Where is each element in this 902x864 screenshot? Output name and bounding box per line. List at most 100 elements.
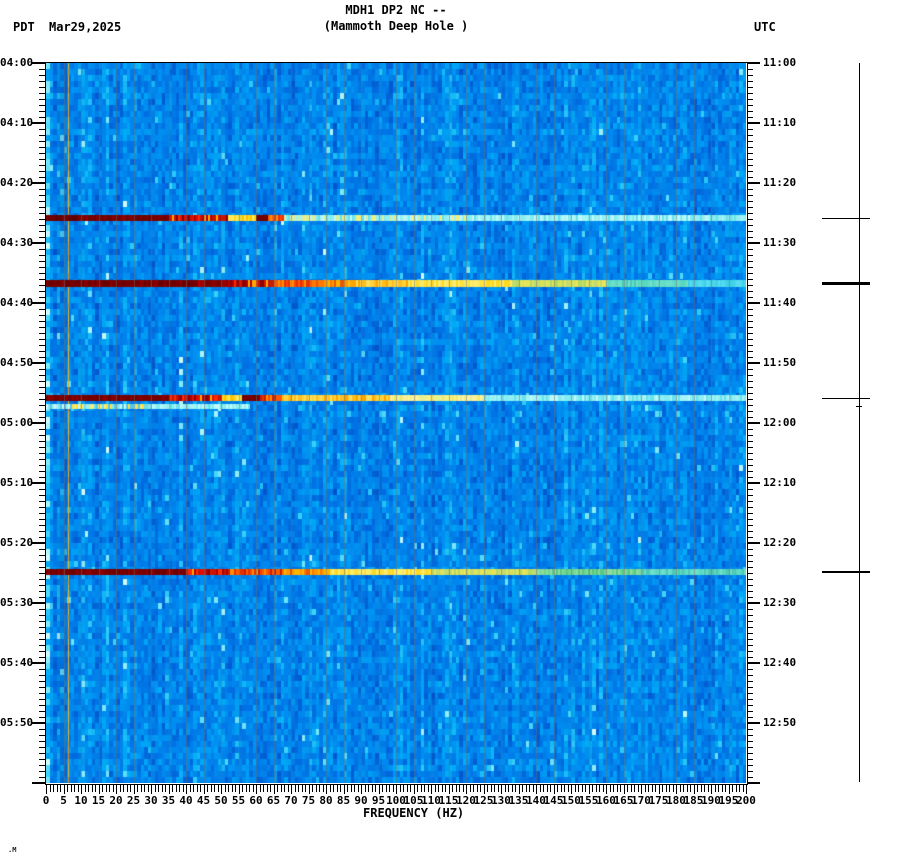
freq-minor-tick xyxy=(242,784,243,792)
right-minor-tick xyxy=(747,231,753,232)
event-marker-line xyxy=(822,571,870,573)
right-major-tick xyxy=(747,782,760,784)
freq-minor-tick xyxy=(102,784,103,792)
left-minor-tick xyxy=(39,315,45,316)
right-minor-tick xyxy=(747,417,753,418)
freq-minor-tick xyxy=(585,784,586,792)
left-minor-tick xyxy=(39,219,45,220)
right-minor-tick xyxy=(747,87,753,88)
freq-minor-tick xyxy=(463,784,464,792)
right-minor-tick xyxy=(747,531,753,532)
freq-minor-tick xyxy=(424,784,425,792)
left-minor-tick xyxy=(39,117,45,118)
freq-minor-tick xyxy=(673,784,674,792)
left-minor-tick xyxy=(39,249,45,250)
freq-minor-tick xyxy=(263,784,264,792)
left-minor-tick xyxy=(39,165,45,166)
freq-minor-tick xyxy=(305,784,306,792)
left-minor-tick xyxy=(39,651,45,652)
freq-minor-tick xyxy=(179,784,180,792)
freq-minor-tick xyxy=(319,784,320,792)
right-minor-tick xyxy=(747,219,753,220)
event-marker-line xyxy=(822,282,870,285)
freq-minor-tick xyxy=(113,784,114,792)
freq-minor-tick xyxy=(375,784,376,792)
left-minor-tick xyxy=(39,501,45,502)
right-minor-tick xyxy=(747,687,753,688)
freq-major-tick xyxy=(571,784,572,794)
freq-minor-tick xyxy=(270,784,271,792)
left-minor-tick xyxy=(39,255,45,256)
left-minor-tick xyxy=(39,519,45,520)
left-minor-tick xyxy=(39,435,45,436)
freq-major-tick xyxy=(589,784,590,794)
right-minor-tick xyxy=(747,327,753,328)
freq-minor-tick xyxy=(190,784,191,792)
freq-minor-tick xyxy=(547,784,548,792)
right-minor-tick xyxy=(747,279,753,280)
right-time-label: 11:00 xyxy=(763,56,797,69)
freq-minor-tick xyxy=(487,784,488,792)
left-major-tick xyxy=(32,542,45,544)
freq-minor-tick xyxy=(662,784,663,792)
freq-major-tick xyxy=(729,784,730,794)
freq-minor-tick xyxy=(480,784,481,792)
right-minor-tick xyxy=(747,459,753,460)
freq-minor-tick xyxy=(193,784,194,792)
left-minor-tick xyxy=(39,105,45,106)
freq-minor-tick xyxy=(407,784,408,792)
right-time-label: 11:50 xyxy=(763,356,797,369)
right-minor-tick xyxy=(747,147,753,148)
right-minor-tick xyxy=(747,99,753,100)
freq-minor-tick xyxy=(130,784,131,792)
left-minor-tick xyxy=(39,69,45,70)
freq-minor-tick xyxy=(260,784,261,792)
freq-minor-tick xyxy=(382,784,383,792)
freq-minor-tick xyxy=(645,784,646,792)
freq-minor-tick xyxy=(543,784,544,792)
left-minor-tick xyxy=(39,129,45,130)
right-minor-tick xyxy=(747,135,753,136)
left-time-label: 05:30 xyxy=(0,596,34,609)
freq-minor-tick xyxy=(508,784,509,792)
right-minor-tick xyxy=(747,297,753,298)
right-minor-tick xyxy=(747,735,753,736)
right-minor-tick xyxy=(747,447,753,448)
freq-minor-tick xyxy=(421,784,422,792)
freq-minor-tick xyxy=(165,784,166,792)
right-minor-tick xyxy=(747,117,753,118)
freq-major-tick xyxy=(536,784,537,794)
freq-minor-tick xyxy=(197,784,198,792)
right-time-label: 12:10 xyxy=(763,476,797,489)
right-minor-tick xyxy=(747,189,753,190)
freq-minor-tick xyxy=(491,784,492,792)
right-minor-tick xyxy=(747,597,753,598)
right-minor-tick xyxy=(747,513,753,514)
left-minor-tick xyxy=(39,381,45,382)
left-minor-tick xyxy=(39,153,45,154)
left-minor-tick xyxy=(39,459,45,460)
left-major-tick xyxy=(32,62,45,64)
watermark-text: .M xyxy=(8,846,17,854)
left-minor-tick xyxy=(39,627,45,628)
freq-minor-tick xyxy=(655,784,656,792)
right-minor-tick xyxy=(747,129,753,130)
right-minor-tick xyxy=(747,69,753,70)
right-minor-tick xyxy=(747,765,753,766)
freq-minor-tick xyxy=(725,784,726,792)
freq-minor-tick xyxy=(137,784,138,792)
freq-minor-tick xyxy=(277,784,278,792)
freq-minor-tick xyxy=(708,784,709,792)
freq-minor-tick xyxy=(736,784,737,792)
frequency-axis-label: FREQUENCY (HZ) xyxy=(363,806,465,820)
freq-major-tick xyxy=(501,784,502,794)
freq-minor-tick xyxy=(627,784,628,792)
left-minor-tick xyxy=(39,159,45,160)
freq-major-tick xyxy=(169,784,170,794)
right-minor-tick xyxy=(747,381,753,382)
left-minor-tick xyxy=(39,411,45,412)
right-minor-tick xyxy=(747,285,753,286)
freq-minor-tick xyxy=(123,784,124,792)
freq-minor-tick xyxy=(603,784,604,792)
freq-minor-tick xyxy=(267,784,268,792)
